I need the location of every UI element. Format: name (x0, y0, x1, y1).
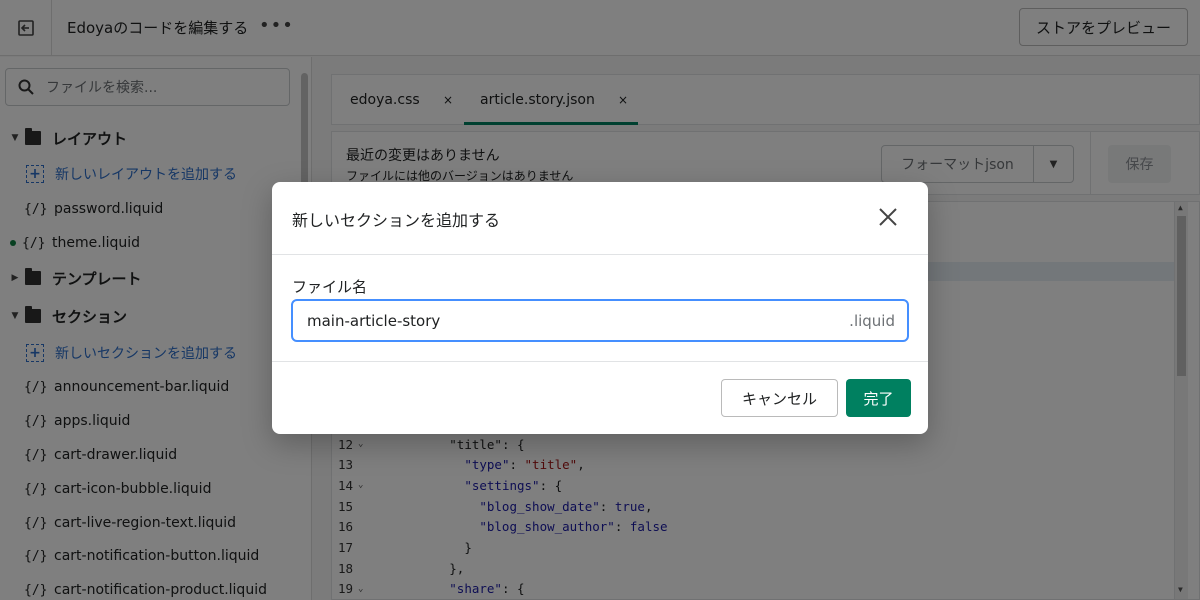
dialog-header: 新しいセクションを追加する (272, 182, 928, 255)
dialog-title: 新しいセクションを追加する (292, 211, 501, 230)
filename-suffix: .liquid (849, 312, 895, 330)
dialog-close-button[interactable] (875, 204, 901, 230)
add-section-dialog: 新しいセクションを追加する ファイル名 main-article-story .… (272, 182, 928, 434)
done-button[interactable]: 完了 (846, 379, 911, 417)
close-icon (879, 208, 897, 226)
cancel-button[interactable]: キャンセル (721, 379, 838, 417)
dialog-divider (272, 361, 928, 362)
filename-input[interactable]: main-article-story .liquid (291, 299, 909, 342)
filename-value: main-article-story (307, 312, 441, 330)
filename-label: ファイル名 (292, 278, 368, 296)
